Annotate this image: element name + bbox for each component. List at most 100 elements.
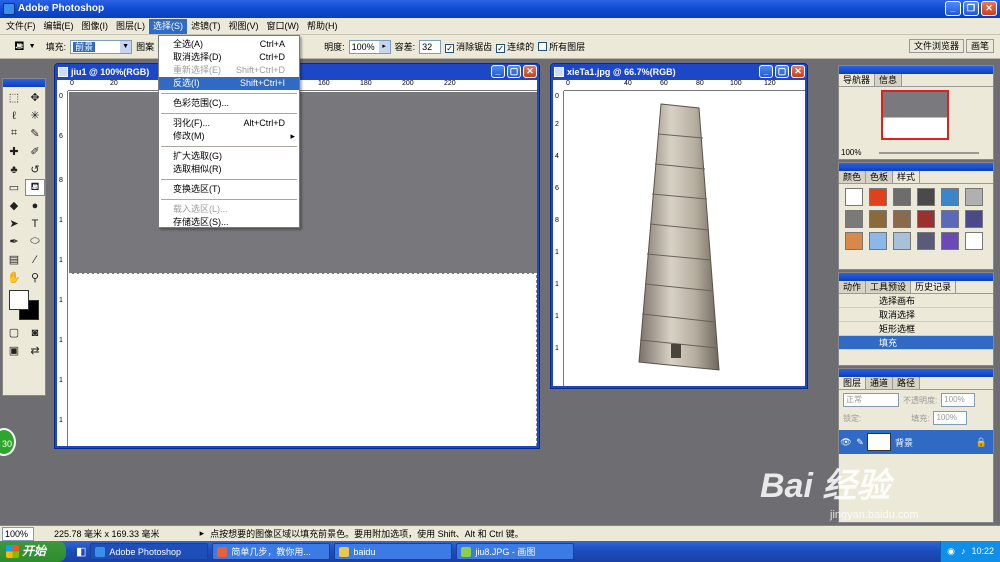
style-swatch[interactable]: [845, 232, 863, 250]
foreground-color[interactable]: [9, 290, 29, 310]
type-tool-icon[interactable]: T: [25, 215, 45, 232]
doc1-filled-selection[interactable]: [69, 92, 537, 274]
menu-item-load-selection[interactable]: 载入选区(L)...: [159, 203, 299, 216]
doc2-close-button[interactable]: ✕: [791, 65, 805, 78]
style-swatch[interactable]: [965, 188, 983, 206]
toolbox-header[interactable]: [3, 79, 45, 87]
menu-help[interactable]: 帮助(H): [303, 19, 342, 34]
style-swatch[interactable]: [917, 188, 935, 206]
history-item-current[interactable]: 填充: [839, 336, 993, 350]
contiguous-checkbox[interactable]: ✓ 连续的: [496, 40, 534, 53]
menu-item-feather[interactable]: 羽化(F)... Alt+Ctrl+D: [159, 117, 299, 130]
doc2-minimize-button[interactable]: _: [759, 65, 773, 78]
history-item[interactable]: 矩形选框: [839, 322, 993, 336]
menu-item-inverse[interactable]: 反选(I) Shift+Ctrl+I: [159, 77, 299, 90]
history-palette-header[interactable]: [839, 273, 993, 281]
navigator-palette-header[interactable]: [839, 66, 993, 74]
style-swatch[interactable]: [845, 188, 863, 206]
brush-link-icon[interactable]: ✎: [853, 437, 867, 448]
style-swatch[interactable]: [869, 188, 887, 206]
navigator-zoom-slider[interactable]: [879, 152, 979, 154]
dodge-tool-icon[interactable]: ●: [25, 197, 45, 214]
pen-tool-icon[interactable]: ✒: [4, 233, 24, 250]
history-item[interactable]: 选择画布: [839, 294, 993, 308]
eyedropper-icon[interactable]: ⁄: [25, 251, 45, 268]
doc2-titlebar[interactable]: xieTa1.jpg @ 66.7%(RGB) _ ▢ ✕: [551, 64, 807, 80]
doc1-close-button[interactable]: ✕: [523, 65, 537, 78]
path-select-icon[interactable]: ➤: [4, 215, 24, 232]
menu-file[interactable]: 文件(F): [2, 19, 40, 34]
volume-icon[interactable]: ♪: [961, 541, 966, 562]
healing-brush-icon[interactable]: ✚: [4, 143, 24, 160]
menu-item-save-selection[interactable]: 存储选区(S)...: [159, 216, 299, 229]
menu-image[interactable]: 图像(I): [78, 19, 113, 34]
layers-palette-header[interactable]: [839, 369, 993, 377]
doc2-maximize-button[interactable]: ▢: [775, 65, 789, 78]
style-swatch[interactable]: [965, 210, 983, 228]
restore-button[interactable]: ❐: [963, 1, 979, 16]
tab-brushes[interactable]: 画笔: [965, 39, 994, 53]
tool-preset-dropdown-icon[interactable]: ▼: [29, 43, 36, 50]
minimize-button[interactable]: _: [945, 1, 961, 16]
hand-tool-icon[interactable]: ✋: [4, 269, 24, 286]
tab-actions[interactable]: 动作: [839, 281, 867, 293]
doc1-white-canvas[interactable]: [69, 275, 537, 446]
taskbar-item-photoshop[interactable]: Adobe Photoshop: [90, 543, 209, 560]
style-swatch[interactable]: [893, 210, 911, 228]
move-tool-icon[interactable]: ✥: [25, 89, 45, 106]
menu-item-deselect[interactable]: 取消选择(D) Ctrl+D: [159, 51, 299, 64]
doc1-minimize-button[interactable]: _: [491, 65, 505, 78]
style-swatch[interactable]: [941, 210, 959, 228]
tolerance-input[interactable]: 32: [419, 39, 442, 54]
history-item[interactable]: 取消选择: [839, 308, 993, 322]
menu-window[interactable]: 窗口(W): [263, 19, 304, 34]
history-brush-icon[interactable]: ↺: [25, 161, 45, 178]
menu-item-select-all[interactable]: 全选(A) Ctrl+A: [159, 38, 299, 51]
swatches-palette-header[interactable]: [839, 163, 993, 171]
standard-mode-icon[interactable]: ▢: [4, 324, 24, 341]
style-swatch[interactable]: [869, 232, 887, 250]
layer-fill-field[interactable]: 100%: [933, 411, 968, 425]
slice-tool-icon[interactable]: ✎: [25, 125, 45, 142]
tab-styles[interactable]: 样式: [893, 171, 921, 183]
stamp-tool-icon[interactable]: ♣: [4, 161, 24, 178]
style-swatch[interactable]: [893, 188, 911, 206]
tab-history[interactable]: 历史记录: [911, 281, 957, 293]
menu-filter[interactable]: 滤镜(T): [187, 19, 225, 34]
tab-navigator[interactable]: 导航器: [839, 74, 876, 86]
opacity-field[interactable]: 100% ▸: [348, 39, 391, 54]
eraser-tool-icon[interactable]: ▭: [4, 179, 24, 196]
tab-layers[interactable]: 图层: [839, 377, 867, 389]
style-swatch[interactable]: [869, 210, 887, 228]
quickmask-mode-icon[interactable]: ◙: [25, 324, 45, 341]
paint-bucket-icon[interactable]: ⛾: [14, 38, 25, 56]
navigator-preview[interactable]: [881, 90, 949, 140]
notes-tool-icon[interactable]: ▤: [4, 251, 24, 268]
shape-tool-icon[interactable]: ⬭: [25, 233, 45, 250]
status-arrow-icon[interactable]: ▸: [200, 528, 205, 539]
lasso-tool-icon[interactable]: ℓ: [4, 107, 24, 124]
jump-to-imageready-icon[interactable]: ⇄: [25, 342, 45, 359]
tab-info[interactable]: 信息: [875, 74, 903, 86]
tab-channels[interactable]: 通道: [866, 377, 894, 389]
status-zoom-field[interactable]: 100%: [2, 526, 34, 541]
layer-row-background[interactable]: 👁 ✎ 背景 🔒: [839, 430, 993, 454]
marquee-tool-icon[interactable]: ⬚: [4, 89, 24, 106]
layer-opacity-field[interactable]: 100%: [941, 393, 976, 407]
antialias-checkbox[interactable]: ✓ 消除锯齿: [445, 40, 492, 53]
brush-tool-icon[interactable]: ✐: [25, 143, 45, 160]
menu-item-similar[interactable]: 选取相似(R): [159, 163, 299, 176]
doc1-maximize-button[interactable]: ▢: [507, 65, 521, 78]
tab-tool-presets[interactable]: 工具预设: [866, 281, 912, 293]
taskbar-item-folder[interactable]: baidu: [334, 543, 453, 560]
menu-item-color-range[interactable]: 色彩范围(C)...: [159, 97, 299, 110]
menu-edit[interactable]: 编辑(E): [40, 19, 78, 34]
menu-item-transform-selection[interactable]: 变换选区(T): [159, 183, 299, 196]
paint-bucket-tool-icon[interactable]: ⛾: [25, 179, 45, 196]
menu-select[interactable]: 选择(S): [149, 18, 187, 34]
taskbar-item-paint[interactable]: jiu8.JPG - 画图: [456, 543, 575, 560]
menu-item-grow[interactable]: 扩大选取(G): [159, 150, 299, 163]
style-swatch[interactable]: [965, 232, 983, 250]
tray-icon[interactable]: ◉: [947, 541, 955, 562]
start-button[interactable]: 开始: [0, 541, 66, 562]
